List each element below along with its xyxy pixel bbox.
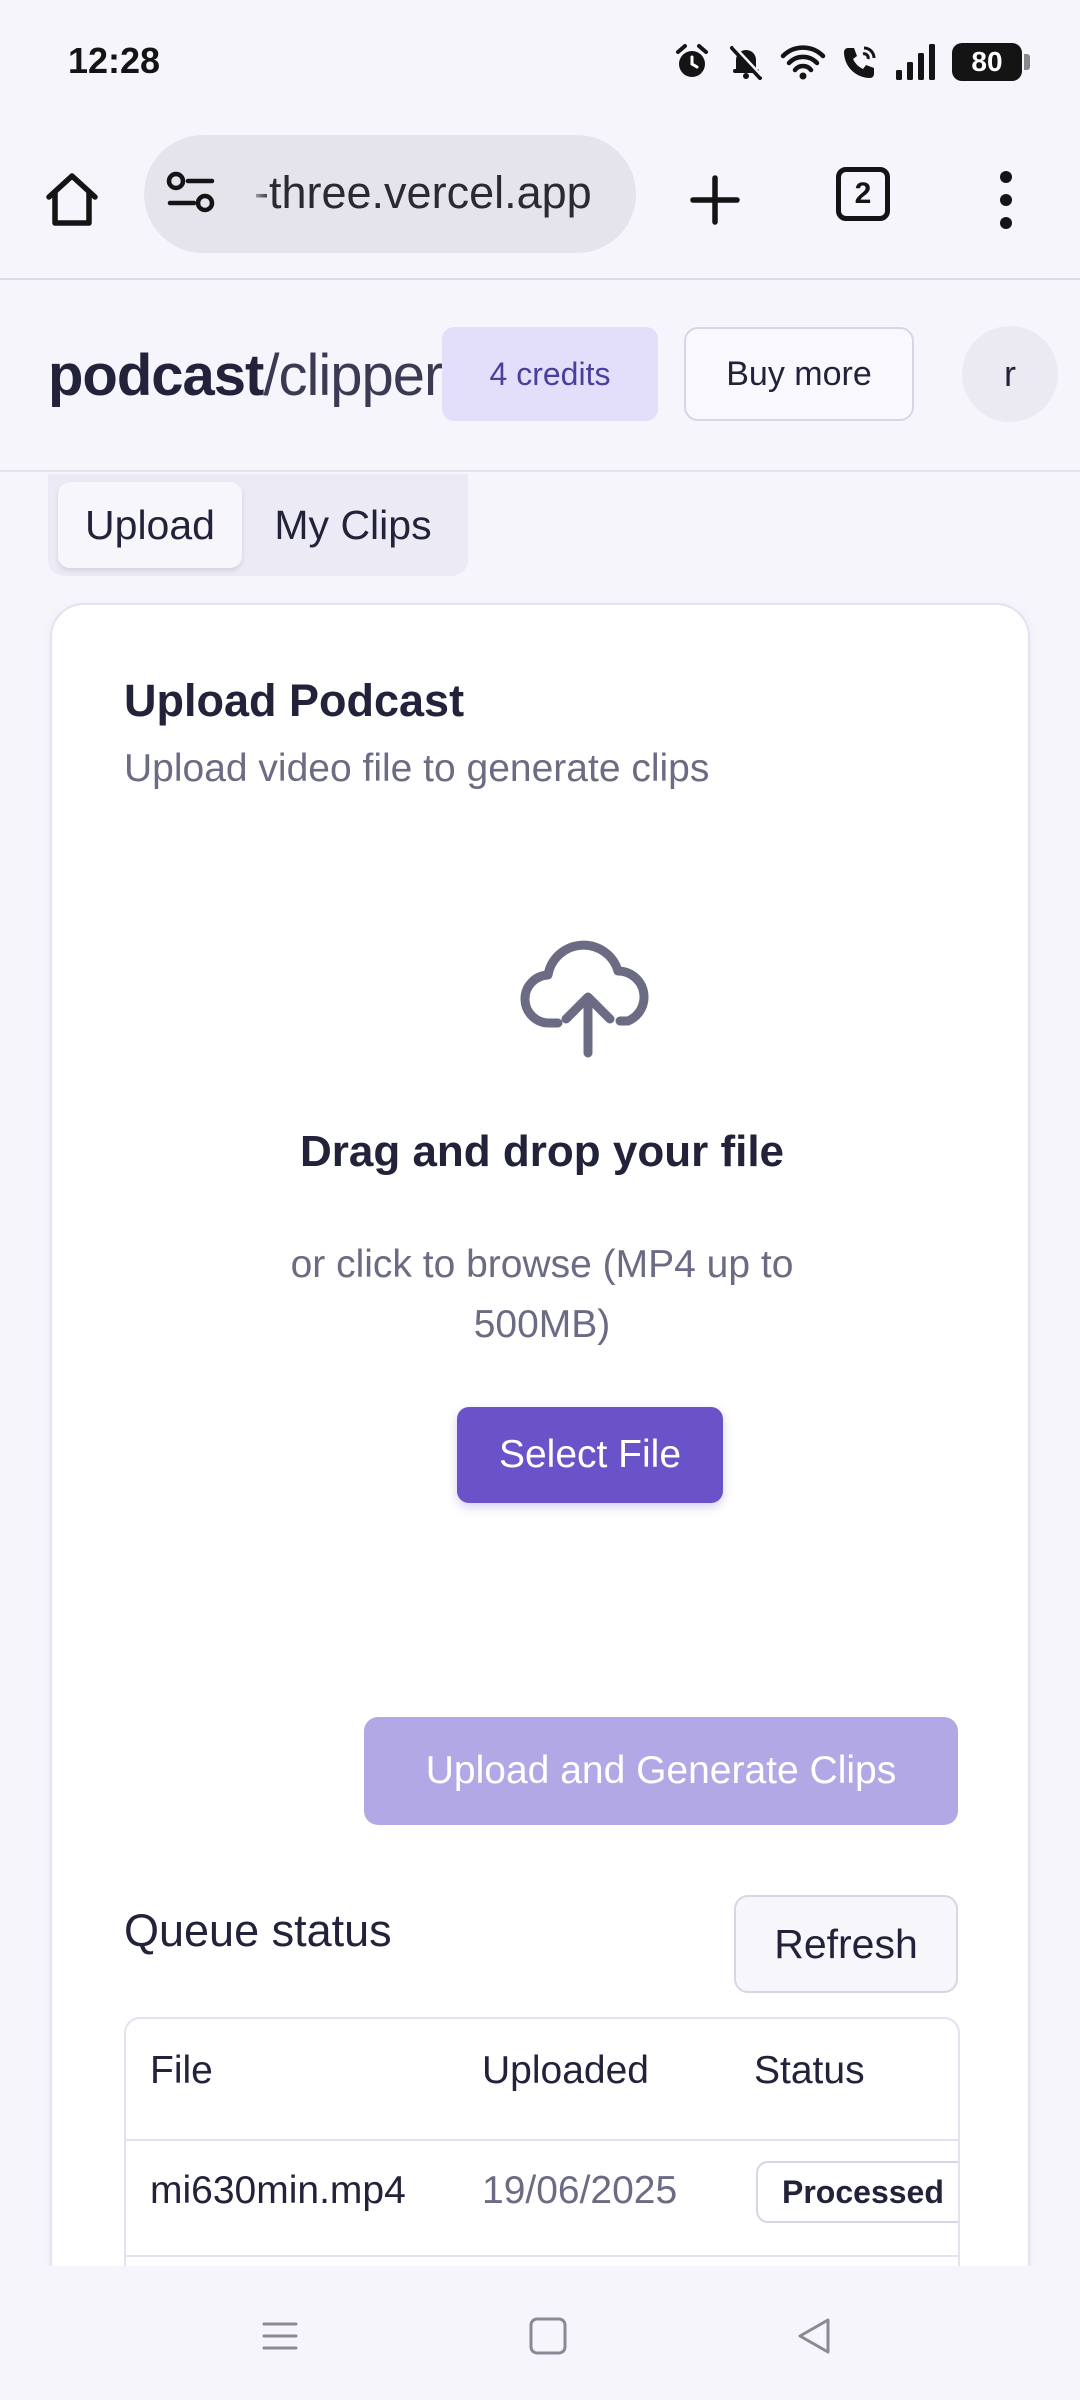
card-subtitle: Upload video file to generate clips (124, 747, 710, 790)
table-divider (126, 2255, 958, 2257)
new-tab-icon (690, 175, 740, 225)
brand-name: podcast (48, 343, 264, 408)
system-nav-bar (0, 2266, 1080, 2400)
recents-button[interactable] (250, 2306, 310, 2366)
table-divider (126, 2139, 958, 2141)
cell-file: mi630min.mp4 (150, 2169, 406, 2212)
site-settings-icon[interactable] (166, 171, 216, 220)
status-icons: 80 (672, 40, 1030, 84)
cloud-upload-icon (518, 935, 658, 1070)
status-time: 12:28 (68, 40, 161, 81)
signal-icon (894, 42, 938, 82)
wifi-call-icon (840, 42, 880, 82)
brand-suffix: /clipper (263, 343, 443, 408)
select-file-button[interactable]: Select File (457, 1407, 723, 1503)
buy-more-button[interactable]: Buy more (684, 327, 914, 421)
back-button[interactable] (784, 2306, 844, 2366)
card-title: Upload Podcast (124, 675, 465, 726)
dropzone-subtitle: or click to browse (MP4 up to 500MB) (290, 1243, 794, 1346)
refresh-button[interactable]: Refresh (734, 1895, 958, 1993)
app-header: podcast/clipper 4 credits Buy more r (0, 282, 1080, 472)
home-button[interactable] (40, 165, 104, 235)
cell-uploaded: 19/06/2025 (482, 2169, 678, 2212)
battery-icon: 80 (952, 43, 1030, 81)
square-icon (529, 2317, 567, 2355)
app-logo[interactable]: podcast/clipper (48, 342, 443, 409)
new-tab-button[interactable] (680, 165, 750, 235)
dropzone-title: Drag and drop your file (299, 1127, 785, 1176)
home-icon (46, 173, 98, 226)
status-bar: 12:28 80 (0, 0, 1080, 125)
column-header-status[interactable]: Status (754, 2049, 865, 2093)
tab-list: Upload My Clips (48, 474, 468, 576)
upload-card: Upload Podcast Upload video file to gene… (50, 603, 1030, 2400)
queue-status-title: Queue status (124, 1905, 392, 1956)
upload-generate-button[interactable]: Upload and Generate Clips (364, 1717, 958, 1825)
tab-upload[interactable]: Upload (58, 482, 242, 568)
tabs-icon[interactable]: 2 (836, 167, 890, 221)
file-dropzone[interactable]: Drag and drop your file or click to brow… (124, 935, 960, 1503)
address-bar[interactable]: -three.vercel.app (144, 135, 636, 253)
alarm-icon (672, 42, 712, 82)
home-nav-button[interactable] (518, 2306, 578, 2366)
url-text: -three.vercel.app (254, 167, 592, 218)
recents-icon (262, 2322, 298, 2350)
tab-my-clips[interactable]: My Clips (258, 482, 448, 568)
bell-muted-icon (726, 42, 766, 82)
status-badge: Processed (756, 2161, 958, 2223)
column-header-file[interactable]: File (150, 2049, 213, 2093)
more-menu-icon[interactable] (986, 165, 1026, 235)
column-header-uploaded[interactable]: Uploaded (482, 2049, 649, 2093)
credits-badge: 4 credits (442, 327, 658, 421)
wifi-icon (780, 42, 826, 82)
back-triangle-icon (798, 2318, 830, 2354)
browser-toolbar: -three.vercel.app 2 (0, 125, 1080, 280)
avatar[interactable]: r (962, 326, 1058, 422)
